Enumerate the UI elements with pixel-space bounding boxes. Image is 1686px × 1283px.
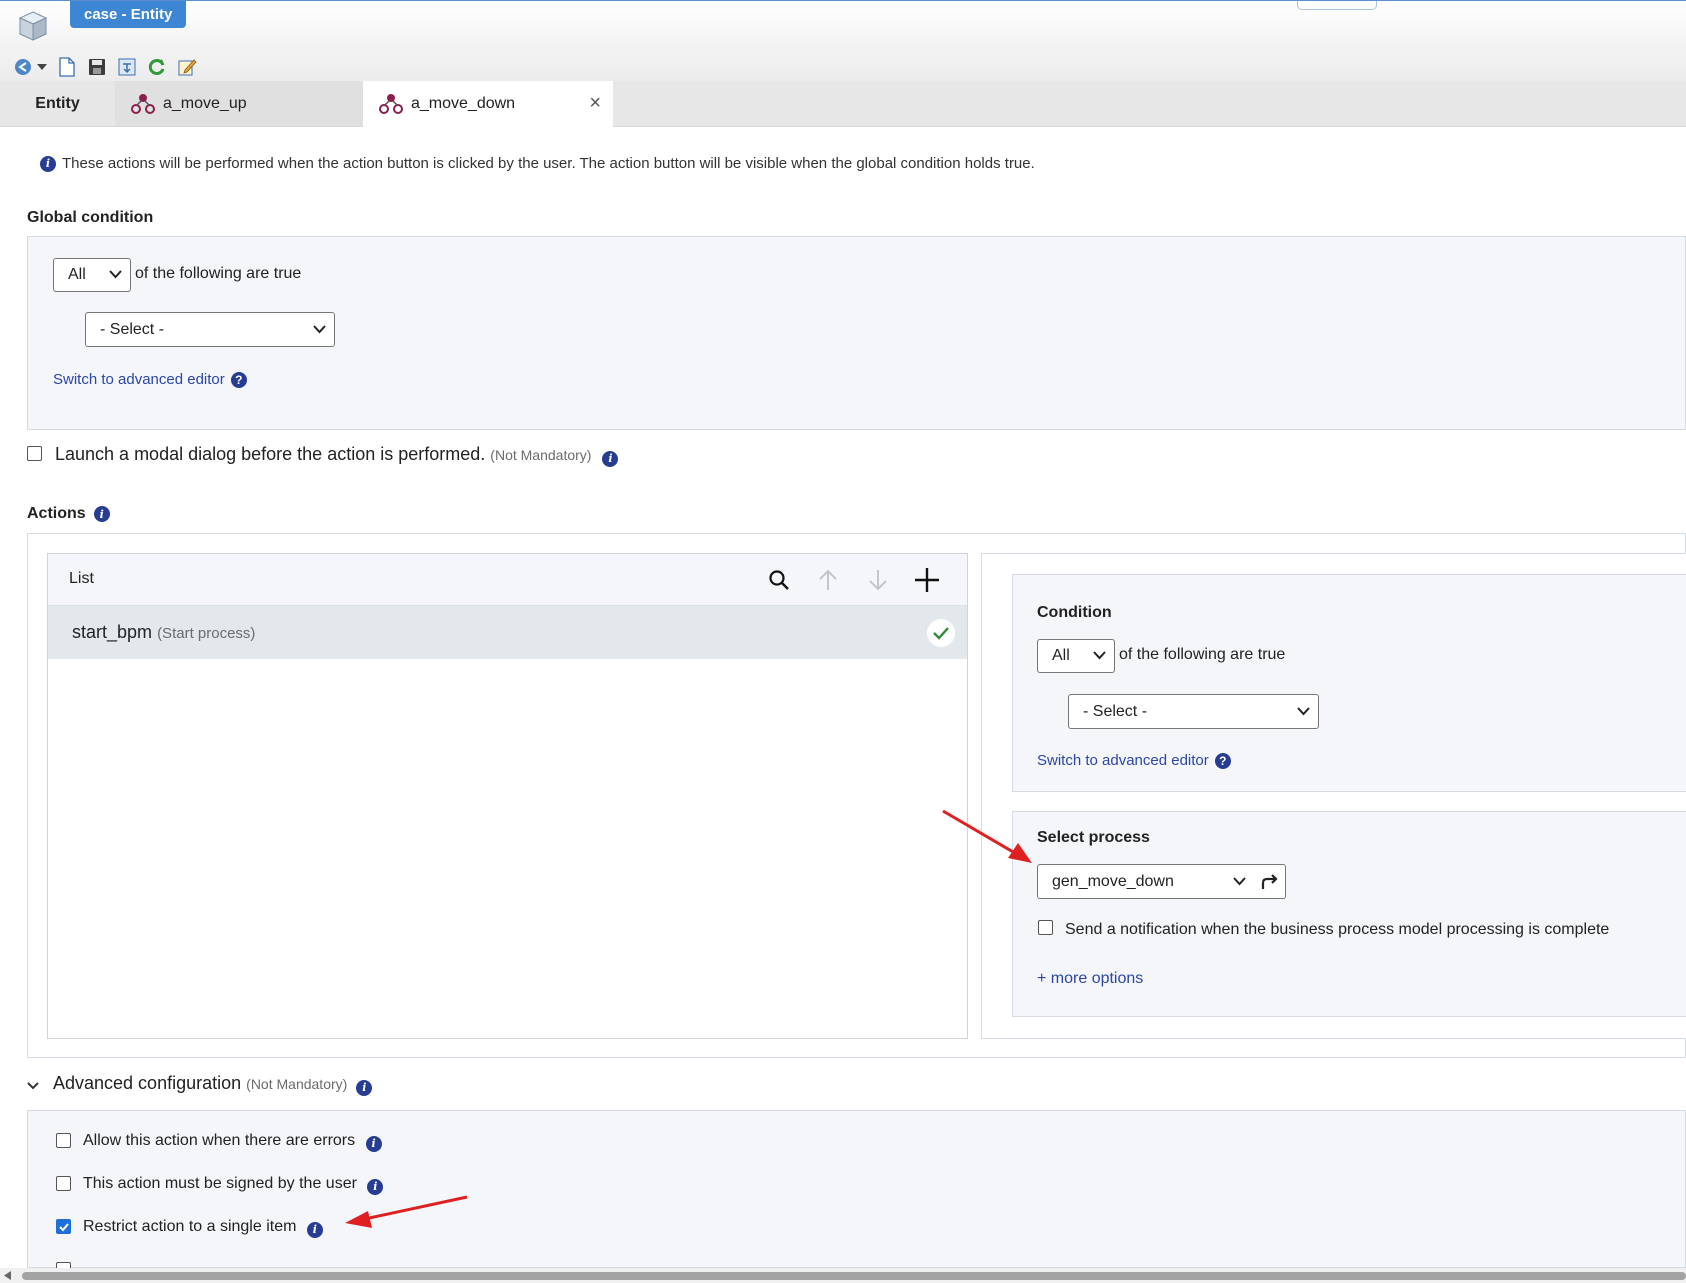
annotation-arrows (345, 809, 1032, 1228)
annotation-arrow-process (942, 809, 1032, 863)
scrollbar-thumb[interactable] (22, 1272, 1686, 1280)
horizontal-scrollbar[interactable] (0, 1268, 1686, 1283)
annotation-arrow-restrict (345, 1195, 468, 1228)
scroll-left-icon[interactable] (4, 1271, 12, 1280)
